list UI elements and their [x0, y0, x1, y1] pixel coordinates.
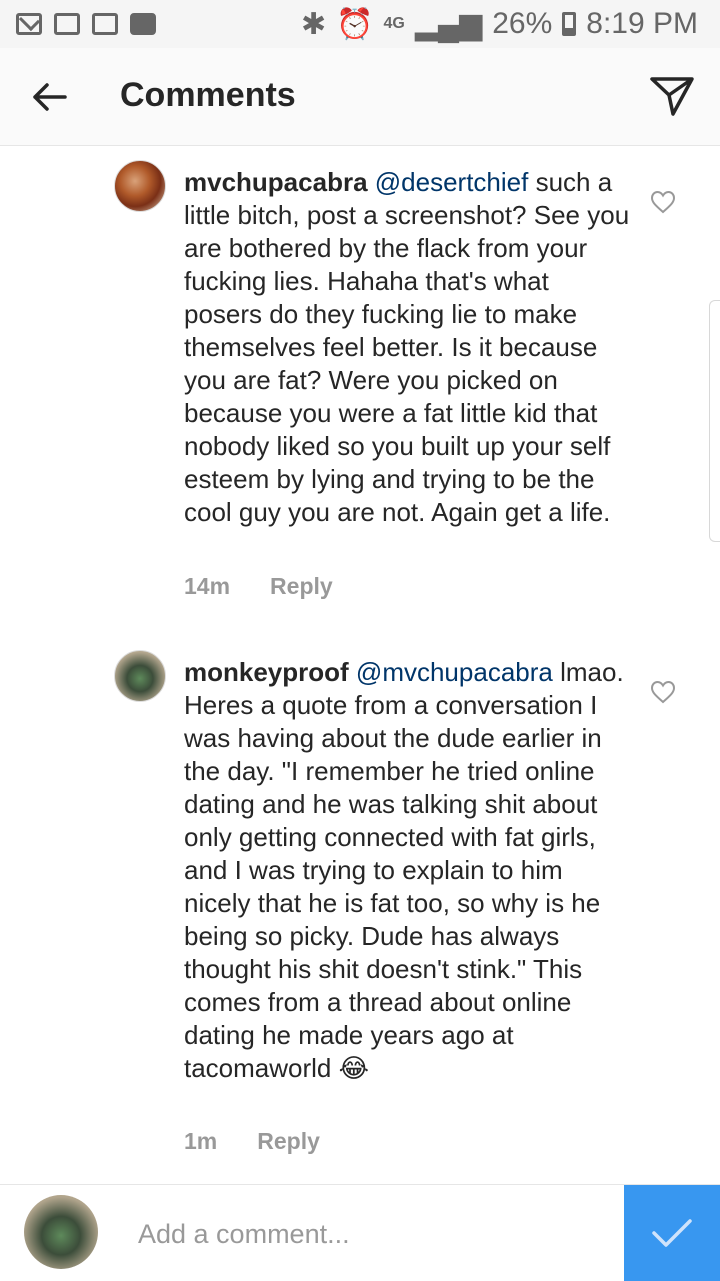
heart-outline-icon[interactable] — [650, 190, 676, 214]
post-button[interactable] — [624, 1185, 720, 1281]
sync-icon — [92, 13, 118, 35]
back-button[interactable] — [24, 72, 74, 122]
system-indicators: ✱ ⏰ 4G ▂▄▆ 26% 8:19 PM — [301, 7, 698, 42]
network-type: 4G — [383, 15, 405, 32]
laughing-emoji: 😂 — [338, 1053, 370, 1083]
comment-meta: 14m Reply — [184, 573, 333, 600]
comment-text: mvchupacabra @desertchief such a little … — [184, 166, 634, 529]
scrollbar[interactable] — [709, 300, 720, 542]
page-title: Comments — [120, 76, 296, 114]
reply-button[interactable]: Reply — [270, 573, 333, 600]
bluetooth-icon: ✱ — [300, 7, 327, 41]
heart-outline-icon[interactable] — [650, 680, 676, 704]
comment-input[interactable] — [136, 1211, 600, 1257]
battery-icon — [562, 12, 577, 36]
comment-mention[interactable]: @desertchief — [375, 167, 529, 197]
avatar[interactable] — [114, 160, 166, 212]
app-bar: Comments — [0, 48, 720, 146]
avatar — [24, 1195, 98, 1269]
battery-percent: 26% — [492, 7, 553, 40]
comment-mention[interactable]: @mvchupacabra — [356, 657, 553, 687]
comment-composer — [0, 1184, 720, 1281]
comment-body: lmao. Heres a quote from a conversation … — [184, 657, 624, 1083]
comment-time: 1m — [184, 1128, 218, 1154]
image-icon — [54, 13, 80, 35]
checkmark-icon — [652, 1219, 692, 1247]
share-button[interactable] — [646, 70, 698, 122]
avatar[interactable] — [114, 650, 166, 702]
signal-icon: ▂▄▆ — [414, 7, 483, 41]
comment-meta: 1m Reply — [184, 1128, 320, 1155]
reply-button[interactable]: Reply — [257, 1128, 320, 1155]
paper-plane-icon — [650, 77, 694, 116]
comment-username[interactable]: monkeyproof — [184, 657, 349, 687]
chat-icon — [130, 13, 156, 35]
clock: 8:19 PM — [586, 7, 698, 40]
status-bar: ✱ ⏰ 4G ▂▄▆ 26% 8:19 PM — [0, 0, 720, 48]
comment-text: monkeyproof @mvchupacabra lmao. Heres a … — [184, 656, 634, 1085]
comment-body: such a little bitch, post a screenshot? … — [184, 167, 630, 527]
notification-icons — [16, 13, 156, 35]
comment-time: 14m — [184, 573, 231, 599]
arrow-left-icon — [33, 83, 67, 111]
mail-icon — [16, 13, 42, 35]
comment-username[interactable]: mvchupacabra — [184, 167, 368, 197]
alarm-icon: ⏰ — [336, 7, 374, 41]
